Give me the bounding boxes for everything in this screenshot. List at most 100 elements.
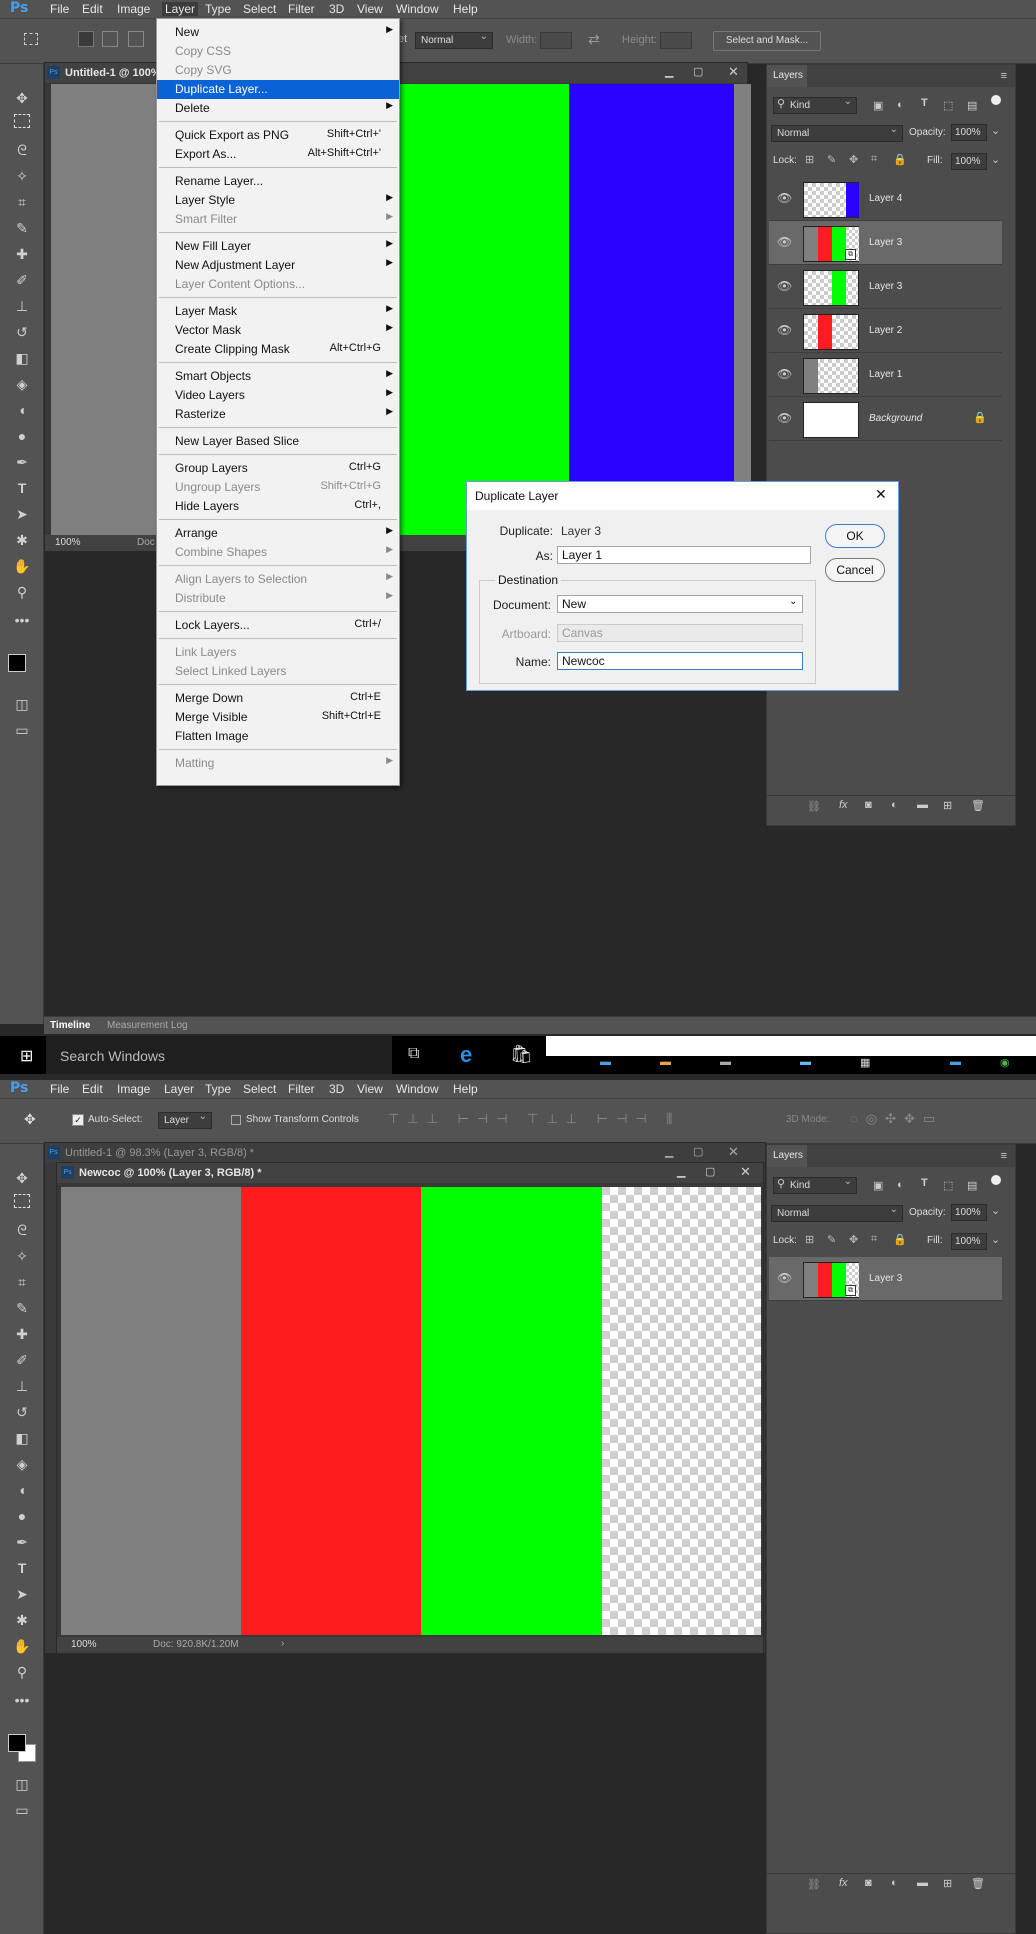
menu-file[interactable]: File: [50, 2, 69, 16]
menu-select[interactable]: Select: [243, 2, 276, 16]
new-layer-icon[interactable]: ⊞: [943, 799, 952, 812]
layer-row[interactable]: 👁 Layer 2: [769, 309, 1002, 353]
marquee-preset-icon[interactable]: [24, 33, 38, 45]
select-and-mask-button[interactable]: Select and Mask...: [713, 31, 821, 51]
menu-image[interactable]: Image: [117, 2, 150, 16]
measurement-log-tab[interactable]: Measurement Log: [107, 1020, 188, 1031]
healing-brush-icon[interactable]: ✚: [12, 1324, 32, 1344]
lock-transparent-icon[interactable]: ⊞: [805, 1233, 814, 1246]
foreground-color-swatch[interactable]: [8, 1734, 26, 1752]
menu-view[interactable]: View: [357, 1082, 383, 1096]
layer-menu-item[interactable]: New Adjustment Layer ▶: [157, 256, 399, 275]
name-input[interactable]: Newcoc: [557, 652, 803, 670]
cancel-button[interactable]: Cancel: [825, 558, 885, 582]
layer-menu-item[interactable]: Layer Mask ▶: [157, 302, 399, 321]
layer-menu-item[interactable]: Merge Down Ctrl+E: [157, 689, 399, 708]
lock-position-icon[interactable]: ✥: [849, 153, 858, 166]
menu-image[interactable]: Image: [117, 1082, 150, 1096]
menu-window[interactable]: Window: [396, 1082, 439, 1096]
history-brush-icon[interactable]: ↺: [12, 1402, 32, 1422]
layer-menu-item[interactable]: Quick Export as PNG Shift+Ctrl+': [157, 126, 399, 145]
paint-bucket-icon[interactable]: ◈: [12, 374, 32, 394]
eraser-icon[interactable]: ◧: [12, 348, 32, 368]
new-layer-icon[interactable]: ⊞: [943, 1877, 952, 1890]
filter-type-icon[interactable]: T: [921, 97, 928, 109]
close-doc-icon[interactable]: ✕: [728, 64, 739, 80]
layer-menu-item[interactable]: Layer Style ▶: [157, 191, 399, 210]
marquee-tool-icon[interactable]: [14, 114, 30, 128]
quick-mask-icon[interactable]: ◫: [12, 694, 32, 714]
more-tools-icon[interactable]: •••: [12, 1690, 32, 1710]
close-doc-icon[interactable]: ✕: [740, 1164, 751, 1180]
add-mask-icon[interactable]: ◙: [865, 1877, 872, 1889]
subtract-selection-icon[interactable]: [128, 31, 144, 47]
zoom-tool-icon[interactable]: ⚲: [12, 1662, 32, 1682]
kind-filter-select[interactable]: Kind: [773, 96, 857, 114]
opacity-dropdown-icon[interactable]: ⌄: [991, 124, 1000, 137]
fill-dropdown-icon[interactable]: ⌄: [991, 153, 1000, 166]
layer-row-selected[interactable]: 👁 ⧉ Layer 3: [769, 1257, 1002, 1301]
pen-tool-icon[interactable]: ✒: [12, 452, 32, 472]
status-arrow-icon[interactable]: ›: [281, 1638, 284, 1649]
paint-bucket-icon[interactable]: ◈: [12, 1454, 32, 1474]
brush-tool-icon[interactable]: ✐: [12, 270, 32, 290]
layer-menu-item[interactable]: Duplicate Layer...: [157, 80, 399, 99]
taskbar-photoshop-icon[interactable]: ▬: [950, 1056, 961, 1068]
opacity-dropdown-icon[interactable]: ⌄: [991, 1204, 1000, 1217]
custom-shape-icon[interactable]: ✱: [12, 530, 32, 550]
visibility-eye-icon[interactable]: 👁: [777, 1271, 792, 1285]
layer-menu-item[interactable]: Create Clipping Mask Alt+Ctrl+G: [157, 340, 399, 359]
bottom-zoom-level[interactable]: 100%: [71, 1639, 97, 1650]
dodge-tool-icon[interactable]: ●: [12, 1506, 32, 1526]
layer-name[interactable]: Layer 3: [869, 281, 902, 292]
blur-tool-icon[interactable]: ◖: [12, 400, 32, 420]
swap-icon[interactable]: ⇄: [588, 31, 600, 48]
filter-toggle-icon[interactable]: [991, 95, 1001, 105]
bottom-canvas[interactable]: [61, 1187, 761, 1635]
new-group-icon[interactable]: ▬: [917, 1877, 928, 1889]
auto-select-checkbox[interactable]: ✓: [72, 1114, 84, 1126]
menu-filter[interactable]: Filter: [288, 2, 315, 16]
blend-mode-select[interactable]: Normal: [771, 1204, 903, 1222]
layer-menu-item[interactable]: Delete ▶: [157, 99, 399, 118]
screen-mode-icon[interactable]: ▭: [12, 720, 32, 740]
more-tools-icon[interactable]: •••: [12, 610, 32, 630]
delete-layer-icon[interactable]: 🗑: [971, 799, 985, 812]
visibility-eye-icon[interactable]: 👁: [777, 367, 792, 381]
crop-tool-icon[interactable]: ⌗: [12, 1272, 32, 1292]
taskbar-search-input[interactable]: Search Windows: [60, 1048, 165, 1064]
taskbar-search-box[interactable]: Search Windows: [46, 1036, 392, 1074]
marquee-tool-icon[interactable]: [14, 1194, 30, 1208]
move-tool-icon[interactable]: ✥: [12, 88, 32, 108]
layer-menu-item[interactable]: Group Layers Ctrl+G: [157, 459, 399, 478]
menu-layer[interactable]: Layer: [164, 1082, 194, 1096]
maximize-icon[interactable]: ▢: [693, 1145, 703, 1158]
menu-3d[interactable]: 3D: [329, 2, 344, 16]
menu-file[interactable]: File: [50, 1082, 69, 1096]
taskbar-app-icon[interactable]: ▬: [660, 1056, 671, 1068]
menu-window[interactable]: Window: [396, 2, 439, 16]
height-input[interactable]: [660, 32, 692, 49]
filter-smart-icon[interactable]: ▤: [967, 99, 977, 112]
minimize-icon[interactable]: ▁: [677, 1165, 685, 1178]
lock-all-icon[interactable]: 🔒: [893, 1233, 907, 1246]
crop-tool-icon[interactable]: ⌗: [12, 192, 32, 212]
quick-mask-icon[interactable]: ◫: [12, 1774, 32, 1794]
path-selection-icon[interactable]: ➤: [12, 504, 32, 524]
menu-filter[interactable]: Filter: [288, 1082, 315, 1096]
fill-input[interactable]: 100%: [951, 1233, 987, 1250]
type-tool-icon[interactable]: T: [12, 478, 32, 498]
layer-menu-item[interactable]: Export As... Alt+Shift+Ctrl+': [157, 145, 399, 164]
layer-name[interactable]: Layer 2: [869, 325, 902, 336]
pen-tool-icon[interactable]: ✒: [12, 1532, 32, 1552]
link-layers-icon[interactable]: ⛓: [807, 800, 821, 813]
menu-view[interactable]: View: [357, 2, 383, 16]
chrome-icon[interactable]: ◉: [1000, 1056, 1010, 1069]
layer-row-selected[interactable]: 👁 ⧉ Layer 3: [769, 221, 1002, 265]
menu-help[interactable]: Help: [453, 2, 478, 16]
lock-artboard-icon[interactable]: ⌗: [871, 1233, 877, 1246]
adjustment-layer-icon[interactable]: ◐: [891, 799, 898, 811]
filter-shape-icon[interactable]: ⬚: [943, 99, 953, 112]
width-input[interactable]: [540, 32, 572, 49]
fx-icon[interactable]: fx: [839, 799, 848, 811]
